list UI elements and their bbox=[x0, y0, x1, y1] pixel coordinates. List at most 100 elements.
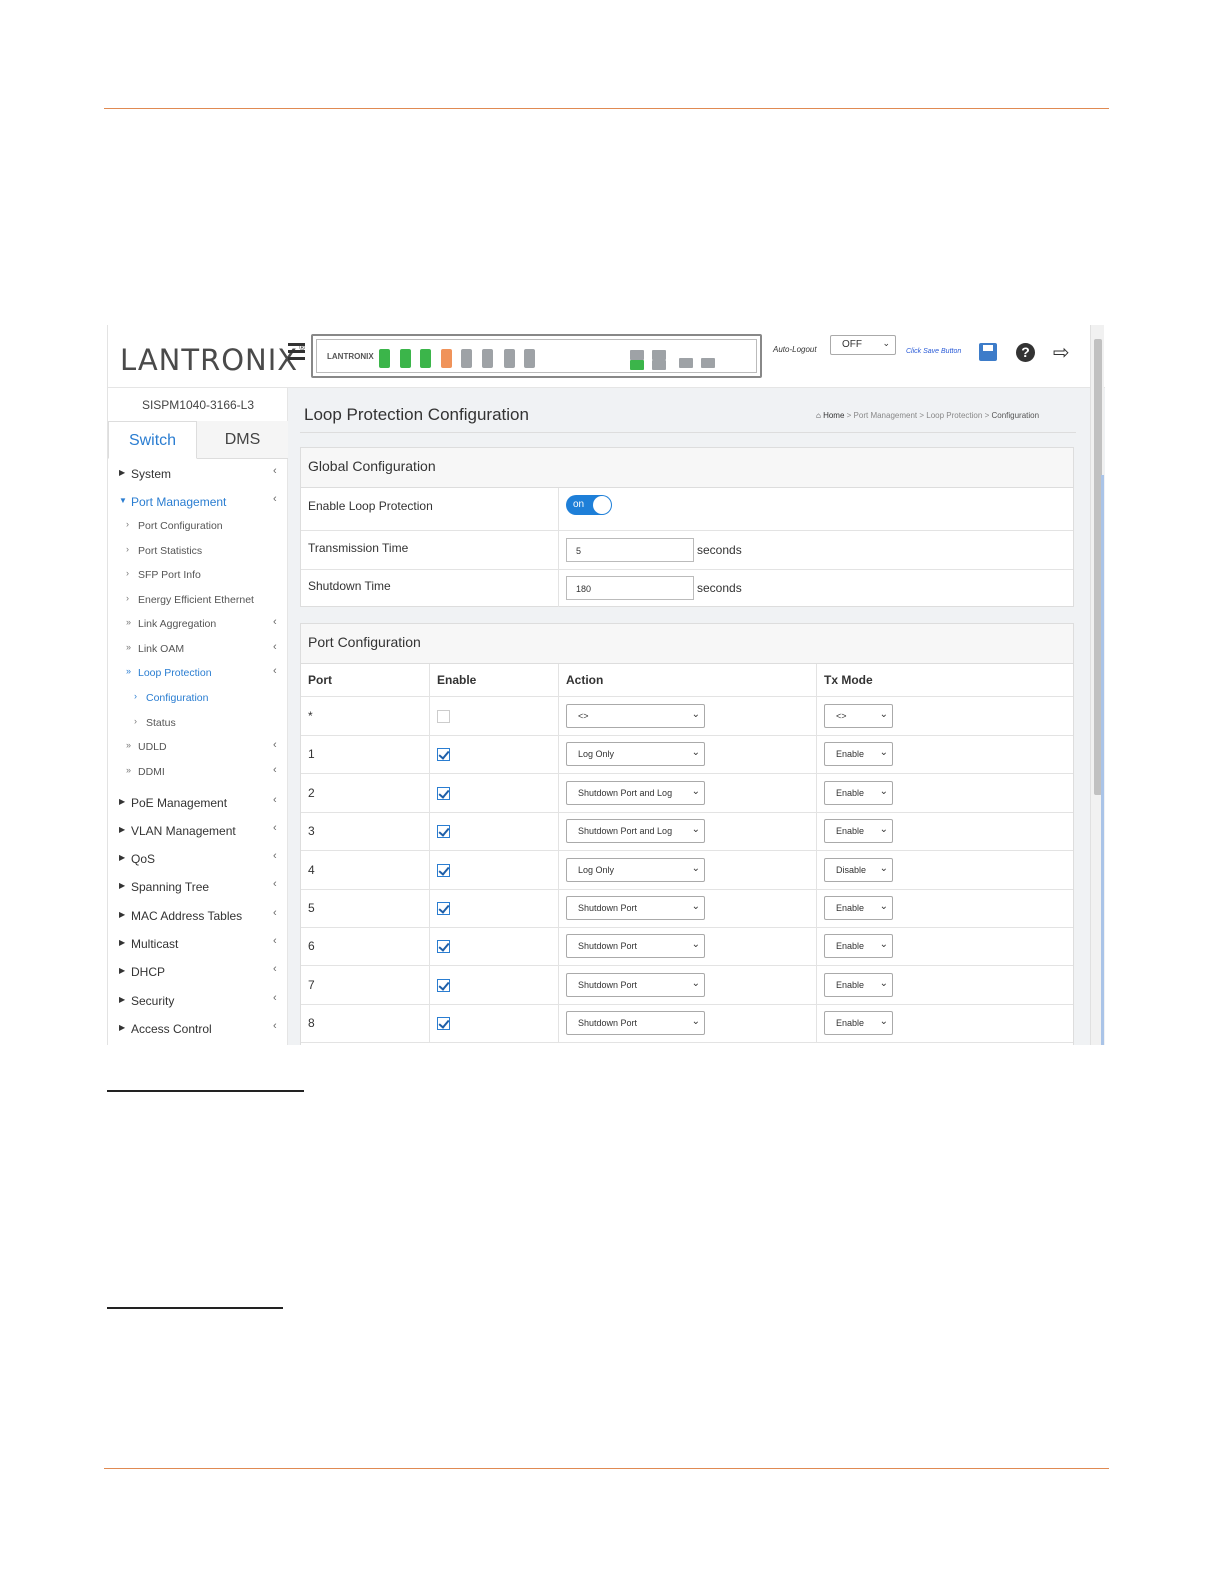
column-header-tx-mode: Tx Mode bbox=[824, 673, 873, 687]
port-17[interactable] bbox=[630, 350, 644, 360]
transmission-time-unit: seconds bbox=[697, 543, 742, 557]
chevron-left-icon: ‹ bbox=[273, 992, 277, 1004]
enable-checkbox[interactable] bbox=[437, 748, 450, 762]
question-circle-icon[interactable]: ? bbox=[1016, 343, 1035, 362]
enable-checkbox[interactable] bbox=[437, 902, 450, 915]
port-21[interactable] bbox=[679, 358, 693, 368]
save-hint: Click Save Button bbox=[906, 348, 962, 355]
tx-mode-select[interactable]: Enable ⌄ bbox=[824, 934, 893, 959]
caret-right-icon: ▶ bbox=[119, 825, 126, 834]
port-20[interactable] bbox=[652, 360, 666, 370]
caret-down-icon: ▼ bbox=[119, 496, 127, 505]
port-number: 6 bbox=[308, 939, 315, 954]
enable-checkbox[interactable] bbox=[437, 786, 450, 800]
port-13[interactable] bbox=[504, 349, 515, 368]
port-15[interactable] bbox=[524, 349, 535, 368]
tx-mode-select[interactable]: Enable ⌄ bbox=[824, 896, 893, 920]
caret-right-icon: ▶ bbox=[119, 881, 126, 890]
brand-logo: LANTRONIX® bbox=[120, 343, 308, 377]
enable-loop-protection-label: Enable Loop Protection bbox=[308, 499, 433, 513]
port-5[interactable] bbox=[420, 349, 431, 368]
shutdown-time-label: Shutdown Time bbox=[308, 579, 391, 593]
port-1[interactable] bbox=[379, 349, 390, 368]
action-select[interactable]: Shutdown Port ⌄ bbox=[566, 972, 705, 997]
enable-checkbox[interactable] bbox=[437, 863, 450, 877]
action-select[interactable]: Log Only ⌄ bbox=[566, 742, 705, 767]
tx-mode-select[interactable]: Disable ⌄ bbox=[824, 857, 893, 882]
port-19[interactable] bbox=[652, 350, 666, 360]
caret-right-icon: ▶ bbox=[119, 966, 126, 975]
port-22[interactable] bbox=[701, 358, 715, 368]
shutdown-time-input[interactable]: 180 bbox=[566, 576, 694, 600]
table-row: * <> ⌄ <> ⌄ bbox=[301, 697, 1073, 736]
port-7[interactable] bbox=[441, 349, 452, 368]
port-number: 5 bbox=[308, 901, 315, 915]
table-row: 3 Shutdown Port and Log ⌄ Enable ⌄ bbox=[301, 812, 1073, 852]
home-icon[interactable]: ⌂ Home bbox=[816, 411, 844, 420]
app-screenshot: LANTRONIX® LANTRONIX Auto-Logout OFF ⌄ C… bbox=[107, 325, 1105, 1045]
enable-checkbox[interactable] bbox=[437, 978, 450, 992]
tx-mode-select[interactable]: Enable ⌄ bbox=[824, 780, 893, 805]
double-chevron-right-icon: » bbox=[126, 765, 132, 775]
breadcrumb-current: Configuration bbox=[991, 411, 1040, 420]
enable-checkbox[interactable] bbox=[437, 825, 450, 839]
enable-loop-protection-toggle[interactable]: on bbox=[566, 495, 612, 515]
chevron-down-icon: ⌄ bbox=[691, 939, 700, 951]
sidebar: SISPM1040-3166-L3 Switch DMS ▶ System ‹ … bbox=[108, 388, 288, 1045]
chevron-down-icon: ⌄ bbox=[691, 785, 700, 797]
tx-mode-select[interactable]: Enable ⌄ bbox=[824, 1011, 893, 1036]
chevron-down-icon: ⌄ bbox=[691, 709, 700, 720]
tab-dms[interactable]: DMS bbox=[197, 421, 288, 459]
chevron-left-icon: ‹ bbox=[273, 465, 277, 477]
chevron-left-icon: ‹ bbox=[273, 794, 277, 806]
breadcrumb-loop-protection[interactable]: Loop Protection bbox=[926, 411, 982, 420]
action-select[interactable]: Shutdown Port ⌄ bbox=[566, 896, 705, 920]
top-bar: LANTRONIX® LANTRONIX Auto-Logout OFF ⌄ C… bbox=[108, 325, 1105, 388]
enable-checkbox[interactable] bbox=[437, 940, 450, 954]
hamburger-icon[interactable] bbox=[288, 343, 305, 361]
global-configuration-card: Global Configuration Enable Loop Protect… bbox=[300, 447, 1074, 607]
action-select[interactable]: Shutdown Port ⌄ bbox=[566, 934, 705, 959]
port-3[interactable] bbox=[400, 349, 411, 368]
tx-mode-select[interactable]: <> ⌄ bbox=[824, 704, 893, 728]
chevron-down-icon: ⌄ bbox=[691, 901, 700, 912]
action-select[interactable]: <> ⌄ bbox=[566, 704, 705, 728]
chevron-right-icon: › bbox=[126, 568, 129, 578]
breadcrumb-port-management[interactable]: Port Management bbox=[854, 411, 918, 420]
port-number: 3 bbox=[308, 824, 315, 839]
action-select[interactable]: Shutdown Port ⌄ bbox=[566, 1011, 705, 1036]
tab-switch[interactable]: Switch bbox=[108, 421, 197, 459]
chevron-down-icon: ⌄ bbox=[879, 747, 888, 759]
port-9[interactable] bbox=[461, 349, 472, 368]
port-configuration-card: Port Configuration Port Enable Action Tx Mo… bbox=[300, 623, 1074, 1045]
page-header-rule bbox=[104, 108, 1109, 109]
sign-out-icon[interactable]: ⇨ bbox=[1053, 343, 1075, 363]
action-select[interactable]: Log Only ⌄ bbox=[566, 857, 705, 882]
tx-mode-select[interactable]: Enable ⌄ bbox=[824, 819, 893, 844]
tx-mode-select[interactable]: Enable ⌄ bbox=[824, 742, 893, 767]
auto-logout-select[interactable]: OFF ⌄ bbox=[830, 335, 896, 355]
enable-checkbox[interactable] bbox=[437, 710, 450, 723]
action-select[interactable]: Shutdown Port and Log ⌄ bbox=[566, 780, 705, 805]
section-underline-1 bbox=[107, 1090, 304, 1092]
table-row: 6 Shutdown Port ⌄ Enable ⌄ bbox=[301, 927, 1073, 967]
port-11[interactable] bbox=[482, 349, 493, 368]
transmission-time-input[interactable]: 5 bbox=[566, 538, 694, 562]
chevron-down-icon: ⌄ bbox=[882, 338, 890, 348]
action-select[interactable]: Shutdown Port and Log ⌄ bbox=[566, 819, 705, 844]
chevron-left-icon: ‹ bbox=[273, 907, 277, 919]
tx-mode-select[interactable]: Enable ⌄ bbox=[824, 972, 893, 997]
chevron-down-icon: ⌄ bbox=[879, 901, 888, 912]
chevron-left-icon: ‹ bbox=[273, 641, 277, 653]
chevron-left-icon: ‹ bbox=[273, 739, 277, 751]
chevron-left-icon: ‹ bbox=[273, 764, 277, 776]
enable-checkbox[interactable] bbox=[437, 1017, 450, 1031]
table-row: 7 Shutdown Port ⌄ Enable ⌄ bbox=[301, 965, 1073, 1005]
port-18[interactable] bbox=[630, 360, 644, 370]
shutdown-time-row: Shutdown Time 180 seconds bbox=[301, 570, 1073, 607]
sidebar-tabs: Switch DMS bbox=[108, 421, 288, 459]
title-divider bbox=[300, 432, 1076, 433]
table-row: 2 Shutdown Port and Log ⌄ Enable ⌄ bbox=[301, 773, 1073, 813]
table-row: 5 Shutdown Port ⌄ Enable ⌄ bbox=[301, 889, 1073, 928]
floppy-disk-icon[interactable] bbox=[979, 343, 997, 361]
